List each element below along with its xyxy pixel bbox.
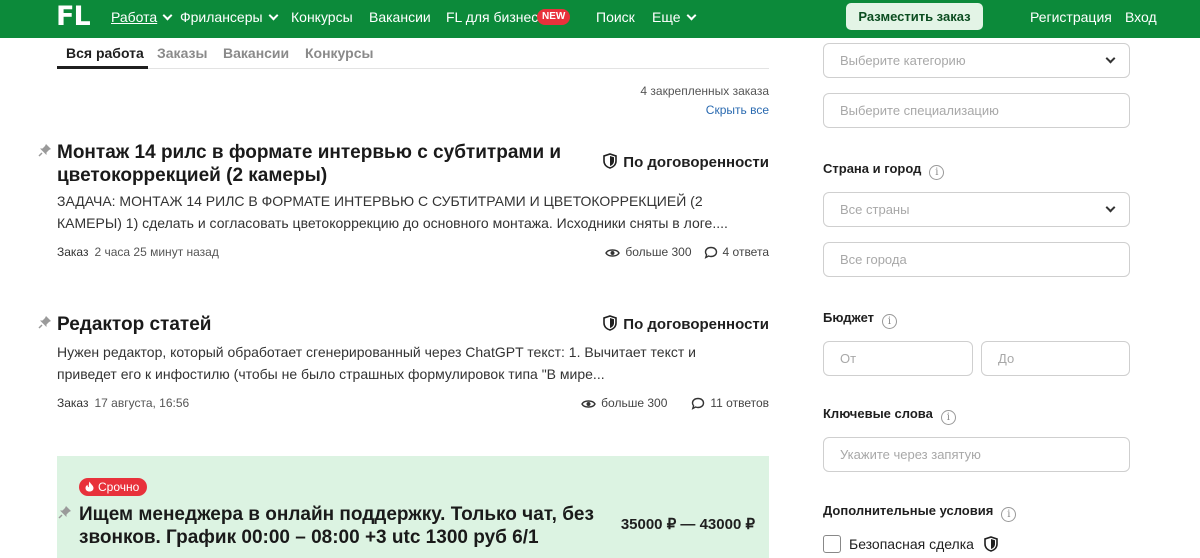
pin-icon[interactable] bbox=[38, 143, 52, 157]
pin-icon[interactable] bbox=[58, 505, 72, 519]
post-order-button[interactable]: Разместить заказ bbox=[846, 3, 983, 30]
chevron-down-icon bbox=[1105, 53, 1116, 64]
budget-text: По договоренности bbox=[623, 154, 769, 171]
country-select[interactable]: Все страны bbox=[823, 192, 1130, 227]
comment-icon bbox=[692, 397, 705, 410]
budget-to-input[interactable]: До bbox=[981, 341, 1130, 376]
tab-contests[interactable]: Конкурсы bbox=[305, 45, 373, 61]
chevron-down-icon bbox=[162, 10, 173, 21]
urgent-job-card[interactable]: Срочно Ищем менеджера в онлайн поддержку… bbox=[57, 456, 769, 558]
category-placeholder: Выберите категорию bbox=[840, 53, 966, 68]
new-badge: NEW bbox=[537, 9, 571, 25]
nav-freelancers[interactable]: Фрилансеры bbox=[180, 9, 279, 25]
country-placeholder: Все страны bbox=[840, 202, 910, 217]
keywords-label-text: Ключевые слова bbox=[823, 406, 933, 421]
shield-icon bbox=[603, 315, 618, 331]
tab-orders[interactable]: Заказы bbox=[157, 45, 207, 61]
tab-all-work[interactable]: Вся работа bbox=[66, 45, 144, 61]
tab-vacancies[interactable]: Вакансии bbox=[223, 45, 289, 61]
info-icon[interactable]: i bbox=[1001, 507, 1017, 522]
safe-deal-text: Безопасная сделка bbox=[849, 536, 974, 552]
budget-from-input[interactable]: От bbox=[823, 341, 973, 376]
views-count: больше 300 bbox=[601, 396, 668, 410]
job-type: Заказ bbox=[57, 245, 89, 259]
fire-icon bbox=[85, 481, 94, 492]
login-link[interactable]: Вход bbox=[1125, 9, 1157, 25]
chevron-down-icon bbox=[268, 10, 279, 21]
pinned-count: 4 закрепленных заказа bbox=[640, 84, 769, 98]
safe-deal-label[interactable]: Безопасная сделка bbox=[849, 536, 998, 552]
job-budget: 35000 ₽ — 43000 ₽ bbox=[620, 516, 755, 533]
job-title[interactable]: Монтаж 14 рилс в формате интервью с субт… bbox=[57, 141, 597, 187]
nav-more[interactable]: Еще bbox=[652, 9, 696, 25]
fl-logo[interactable]: FL bbox=[56, 1, 91, 32]
job-description: ЗАДАЧА: МОНТАЖ 14 РИЛС В ФОРМАТЕ ИНТЕРВЬ… bbox=[57, 193, 728, 231]
keywords-label: Ключевые слова i bbox=[823, 406, 956, 425]
nav-more-label: Еще bbox=[652, 9, 681, 25]
top-navbar: FL Работа Фрилансеры Конкурсы Вакансии F… bbox=[0, 0, 1200, 38]
job-meta: Заказ 17 августа, 16:56 bbox=[57, 396, 189, 410]
shield-icon bbox=[984, 536, 998, 552]
nav-contests[interactable]: Конкурсы bbox=[291, 9, 353, 25]
budget-label: Бюджет i bbox=[823, 310, 897, 329]
nav-freelancers-label: Фрилансеры bbox=[180, 9, 263, 25]
chevron-down-icon bbox=[1105, 202, 1116, 213]
job-stats: больше 300 11 ответов bbox=[581, 396, 769, 410]
eye-icon bbox=[581, 400, 596, 408]
urgent-badge-label: Срочно bbox=[98, 480, 140, 494]
shield-icon bbox=[603, 153, 618, 169]
safe-deal-checkbox[interactable] bbox=[823, 535, 841, 553]
comment-icon bbox=[704, 246, 717, 259]
hide-all-link[interactable]: Скрыть все bbox=[706, 103, 769, 117]
answers-count[interactable]: 11 ответов bbox=[710, 396, 769, 410]
job-budget: По договоренности bbox=[603, 315, 769, 333]
job-time: 2 часа 25 минут назад bbox=[94, 245, 219, 259]
city-input[interactable]: Все города bbox=[823, 242, 1130, 277]
specialization-select[interactable]: Выберите специализацию bbox=[823, 93, 1130, 128]
job-title[interactable]: Ищем менеджера в онлайн поддержку. Тольк… bbox=[79, 503, 599, 549]
job-stats: больше 300 4 ответа bbox=[605, 245, 769, 259]
job-title[interactable]: Редактор статей bbox=[57, 313, 557, 336]
urgent-badge: Срочно bbox=[79, 478, 148, 496]
job-meta: Заказ 2 часа 25 минут назад bbox=[57, 245, 219, 259]
chevron-down-icon bbox=[686, 10, 696, 21]
extra-conditions-label: Дополнительные условия i bbox=[823, 503, 1017, 522]
pin-icon[interactable] bbox=[38, 315, 52, 329]
job-description: Нужен редактор, который обработает сгене… bbox=[57, 344, 696, 382]
info-icon[interactable]: i bbox=[929, 165, 945, 180]
keywords-input[interactable]: Укажите через запятую bbox=[823, 437, 1130, 472]
answers-count[interactable]: 4 ответа bbox=[723, 245, 769, 259]
info-icon[interactable]: i bbox=[940, 410, 956, 425]
job-budget: По договоренности bbox=[603, 153, 769, 171]
category-select[interactable]: Выберите категорию bbox=[823, 43, 1130, 78]
tabs-divider bbox=[57, 68, 769, 69]
active-tab-indicator bbox=[57, 66, 148, 69]
nav-search[interactable]: Поиск bbox=[596, 9, 635, 25]
nav-work[interactable]: Работа bbox=[111, 9, 173, 25]
nav-fl-business[interactable]: FL для бизнеса bbox=[446, 9, 546, 25]
views-count: больше 300 bbox=[625, 245, 692, 259]
nav-work-label: Работа bbox=[111, 9, 158, 25]
country-city-label: Страна и город i bbox=[823, 161, 945, 180]
country-city-label-text: Страна и город bbox=[823, 161, 922, 176]
budget-label-text: Бюджет bbox=[823, 310, 874, 325]
job-type: Заказ bbox=[57, 396, 89, 410]
info-icon[interactable]: i bbox=[882, 314, 897, 329]
register-link[interactable]: Регистрация bbox=[1030, 9, 1112, 25]
budget-text: По договоренности bbox=[623, 316, 769, 333]
eye-icon bbox=[605, 249, 621, 257]
job-time: 17 августа, 16:56 bbox=[94, 396, 190, 410]
extra-conditions-label-text: Дополнительные условия bbox=[823, 503, 994, 518]
nav-vacancies[interactable]: Вакансии bbox=[369, 9, 431, 25]
